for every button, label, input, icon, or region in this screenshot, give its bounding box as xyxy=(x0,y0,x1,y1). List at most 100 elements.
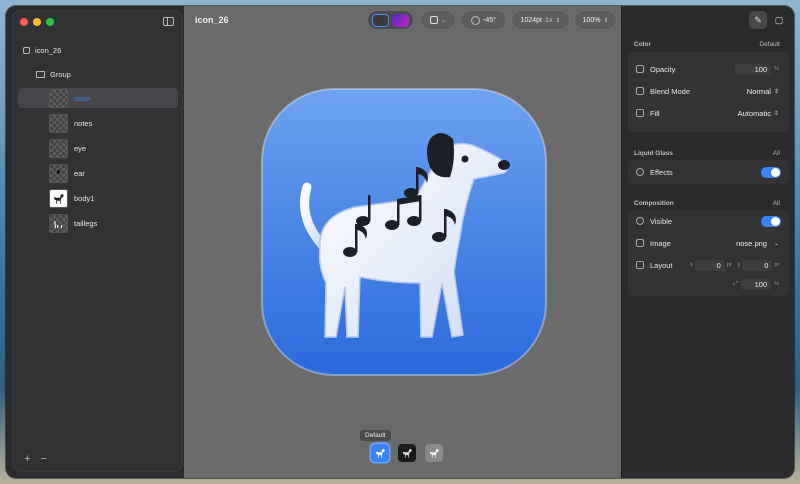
layer-thumbnail xyxy=(49,113,68,133)
icon-document-icon xyxy=(23,46,30,54)
layer-item-ear[interactable]: ear xyxy=(18,163,178,183)
opacity-label: Opacity xyxy=(650,64,676,74)
dark-appearance-icon[interactable] xyxy=(392,13,409,27)
light-angle-control[interactable]: -45° xyxy=(460,10,507,30)
fill-icon xyxy=(636,109,644,117)
stepper-icon: ⇕ xyxy=(773,110,779,117)
toolbar: icon_26 ⌄ -45° 1024pt 1x ⇕ 100% ⇕ xyxy=(184,6,621,34)
sidebar-footer: + − xyxy=(24,453,47,465)
blend-mode-select[interactable]: Normal ⇕ xyxy=(747,87,779,96)
stepper-icon: ⇕ xyxy=(603,17,609,24)
blend-mode-label: Blend Mode xyxy=(650,86,691,96)
image-select[interactable]: nose.png ⌄ xyxy=(736,239,779,248)
fill-row: Fill Automatic ⇕ xyxy=(628,102,789,124)
zoom-select[interactable]: 100% ⇕ xyxy=(574,10,617,30)
app-icon-preview[interactable] xyxy=(260,87,548,377)
effects-toggle[interactable] xyxy=(761,166,781,178)
variant-dark-button[interactable] xyxy=(398,444,416,462)
layout-label: Layout xyxy=(650,260,673,270)
add-layer-button[interactable]: + xyxy=(24,453,30,465)
x-field[interactable]: 0 xyxy=(694,259,725,271)
sidebar-toggle-icon[interactable] xyxy=(163,17,174,26)
size-value: 1024pt xyxy=(520,16,542,24)
layer-thumbnail xyxy=(49,213,68,233)
composition-section-menu[interactable]: All xyxy=(773,200,780,207)
variant-mono-button[interactable] xyxy=(425,444,443,462)
effects-row: Effects xyxy=(628,161,789,183)
layout-row: Layout x 0 pt y 0 pt xyxy=(628,254,789,276)
grid-icon xyxy=(429,16,438,24)
blend-mode-row: Blend Mode Normal ⇕ xyxy=(628,80,789,102)
light-appearance-icon[interactable] xyxy=(372,13,389,27)
app-window: icon_26 Group nose notes eye ear body1 t… xyxy=(6,6,794,478)
canvas-size-select[interactable]: 1024pt 1x ⇕ xyxy=(511,10,570,30)
image-icon xyxy=(636,239,644,247)
layer-item-taillegs[interactable]: taillegs xyxy=(18,213,178,233)
scale-value: 1x xyxy=(544,16,553,24)
layer-label: ear xyxy=(74,168,85,178)
layer-item-eye[interactable]: eye xyxy=(18,138,178,158)
layout-scale-row: ⤢ 100 % xyxy=(628,276,789,292)
liquid-glass-section: Effects xyxy=(628,160,789,184)
layer-thumbnail xyxy=(49,138,68,158)
document-tab-icon[interactable]: ▢ xyxy=(770,11,788,29)
fill-select[interactable]: Automatic ⇕ xyxy=(738,109,779,118)
visible-label: Visible xyxy=(650,216,672,226)
visible-toggle[interactable] xyxy=(761,215,781,227)
zoom-value: 100% xyxy=(582,16,601,24)
stepper-icon: ⇕ xyxy=(555,17,561,24)
scale-field: ⤢ 100 % xyxy=(733,278,779,290)
opacity-value[interactable]: 100 xyxy=(735,63,772,75)
stepper-icon: ⇕ xyxy=(773,88,779,95)
liquid-glass-section-menu[interactable]: All xyxy=(773,150,780,157)
legs-shape-icon xyxy=(54,220,63,228)
inspector-tabs: ✎ ▢ xyxy=(749,11,788,29)
close-window-button[interactable] xyxy=(20,18,28,26)
layer-item-notes[interactable]: notes xyxy=(18,113,178,133)
layer-item-nose[interactable]: nose xyxy=(18,88,178,108)
composition-section-title: Composition xyxy=(634,200,674,207)
canvas-area: icon_26 ⌄ -45° 1024pt 1x ⇕ 100% ⇕ Defaul… xyxy=(184,6,621,478)
color-section-title: Color xyxy=(634,41,651,48)
image-row: Image nose.png ⌄ xyxy=(628,232,789,254)
composition-section: Visible Image nose.png ⌄ Layout x 0 pt y xyxy=(628,210,789,296)
color-section-menu[interactable]: Default xyxy=(759,41,780,48)
effects-icon xyxy=(636,168,644,176)
x-unit: pt xyxy=(726,262,732,268)
appearance-tab-icon[interactable]: ✎ xyxy=(749,11,767,29)
dog-silhouette-icon xyxy=(54,193,64,204)
grid-menu-button[interactable]: ⌄ xyxy=(420,10,456,30)
image-value: nose.png xyxy=(736,238,767,248)
opacity-unit: % xyxy=(774,66,779,72)
opacity-row: Opacity 100 % xyxy=(628,58,789,80)
inspector-panel: ✎ ▢ Color Default Opacity 100 % Blend Mo… xyxy=(621,6,794,478)
tree-root-label: icon_26 xyxy=(35,45,62,55)
appearance-switcher[interactable] xyxy=(367,10,414,30)
folder-icon xyxy=(36,70,45,78)
opacity-field[interactable]: 100 % xyxy=(735,63,779,75)
layer-item-body1[interactable]: body1 xyxy=(18,188,178,208)
layer-label: body1 xyxy=(74,193,95,203)
layer-label: eye xyxy=(74,143,87,153)
chevron-down-icon: ⌄ xyxy=(773,240,779,247)
scale-unit: % xyxy=(774,281,779,287)
scale-value[interactable]: 100 xyxy=(741,278,772,290)
angle-dial-icon xyxy=(471,15,481,25)
minimize-window-button[interactable] xyxy=(33,18,41,26)
layer-thumbnail xyxy=(49,163,68,183)
zoom-window-button[interactable] xyxy=(46,18,54,26)
layout-position-fields: x 0 pt y 0 pt xyxy=(690,259,779,271)
variant-default-button[interactable] xyxy=(371,444,389,462)
layout-icon xyxy=(636,261,644,269)
layer-thumbnail xyxy=(49,188,68,208)
remove-layer-button[interactable]: − xyxy=(40,453,46,465)
dog-icon xyxy=(375,448,385,458)
resize-icon: ⤢ xyxy=(733,280,739,287)
variant-tooltip: Default xyxy=(360,430,391,441)
y-field[interactable]: 0 xyxy=(742,259,773,271)
tree-group-item[interactable]: Group xyxy=(18,65,178,83)
tree-root-item[interactable]: icon_26 xyxy=(18,41,178,59)
blend-mode-icon xyxy=(636,87,644,95)
document-title: icon_26 xyxy=(195,15,229,25)
layer-thumbnail xyxy=(49,88,68,108)
